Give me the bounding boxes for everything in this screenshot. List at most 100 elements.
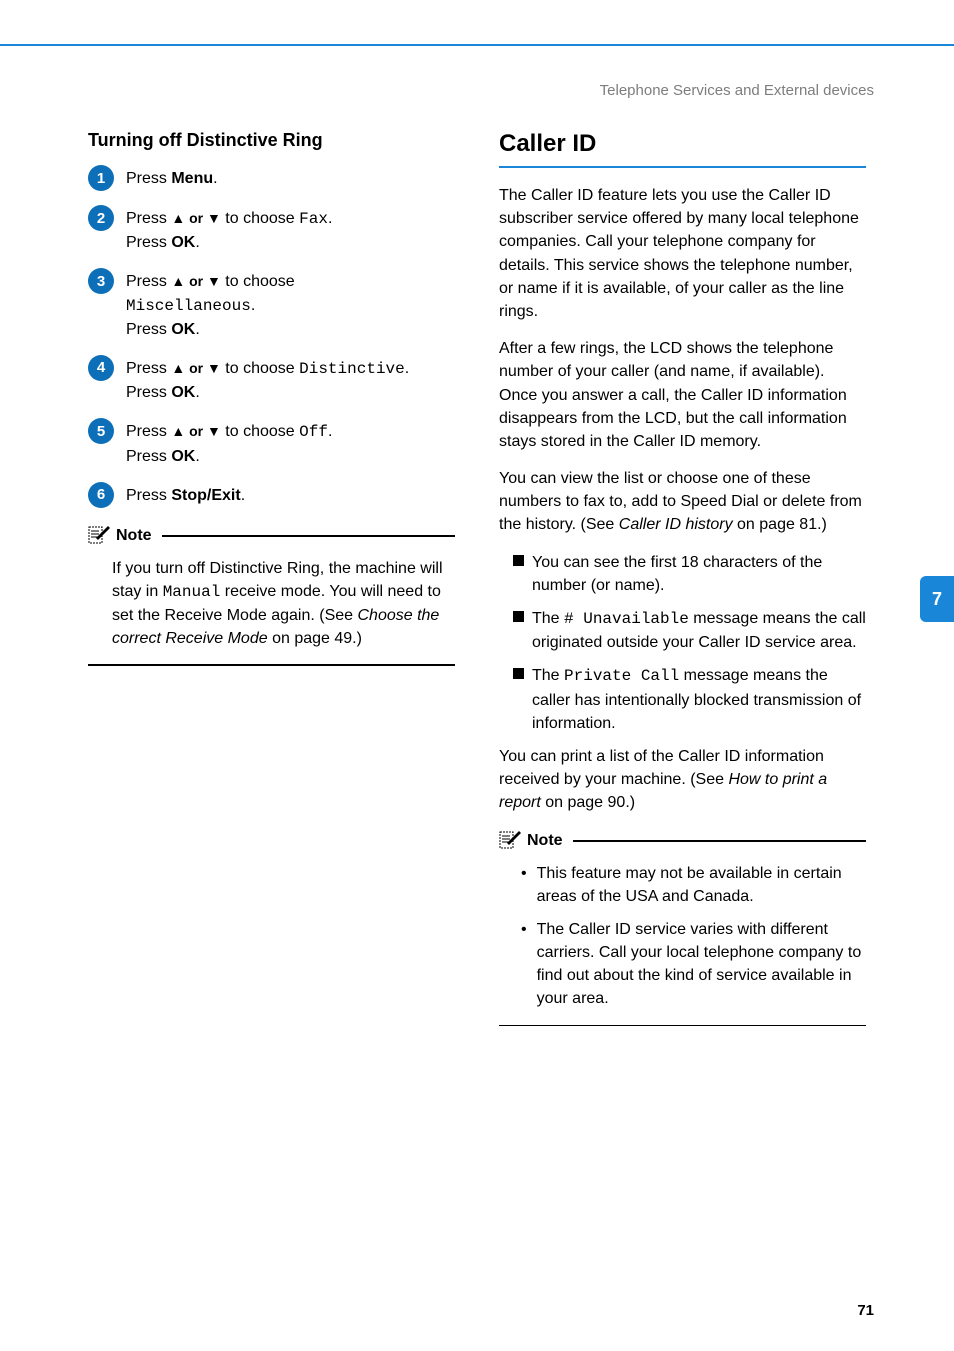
square-bullet-icon: [513, 555, 524, 566]
step-number-badge: 2: [88, 205, 114, 231]
text: This feature may not be available in cer…: [537, 862, 862, 908]
text: You can see the first 18 characters of t…: [532, 551, 866, 597]
text: to choose: [221, 210, 299, 227]
text: .: [405, 360, 409, 377]
text: Press: [126, 423, 171, 440]
text: to choose: [221, 273, 295, 290]
text: .: [213, 170, 217, 187]
note-block: Note If you turn off Distinctive Ring, t…: [88, 524, 455, 666]
distinctive-option: Distinctive: [299, 360, 405, 378]
text: .: [195, 384, 199, 401]
step-number-badge: 3: [88, 268, 114, 294]
stop-exit-label: Stop/Exit: [171, 487, 240, 504]
list-item: You can see the first 18 characters of t…: [513, 551, 866, 597]
text: The Private Call message means the calle…: [532, 664, 866, 735]
text: .: [251, 297, 255, 314]
text: to choose: [221, 423, 299, 440]
unavailable-message: # Unavailable: [564, 610, 689, 628]
note-block: Note • This feature may not be available…: [499, 829, 866, 1027]
text: The Caller ID service varies with differ…: [537, 918, 862, 1011]
step-body: Press ▲ or ▼ to choose Fax. Press OK.: [126, 207, 455, 254]
step-3: 3 Press ▲ or ▼ to choose Miscellaneous. …: [88, 270, 455, 341]
step-number-badge: 5: [88, 418, 114, 444]
paragraph: The Caller ID feature lets you use the C…: [499, 184, 866, 323]
paragraph: You can view the list or choose one of t…: [499, 467, 866, 537]
private-call-message: Private Call: [564, 667, 679, 685]
step-number-badge: 6: [88, 482, 114, 508]
text: .: [195, 448, 199, 465]
step-4: 4 Press ▲ or ▼ to choose Distinctive. Pr…: [88, 357, 455, 404]
heading-caller-id: Caller ID: [499, 130, 866, 158]
text: .: [241, 487, 245, 504]
running-header: Telephone Services and External devices: [600, 82, 874, 99]
top-rule: [0, 44, 954, 46]
paragraph: You can print a list of the Caller ID in…: [499, 745, 866, 815]
cross-ref-caller-id-history: Caller ID history: [619, 516, 733, 533]
note-icon: [88, 524, 110, 549]
list-item: • This feature may not be available in c…: [521, 862, 862, 908]
step-number-badge: 4: [88, 355, 114, 381]
up-down-arrows-icon: ▲ or ▼: [171, 360, 221, 376]
step-2: 2 Press ▲ or ▼ to choose Fax. Press OK.: [88, 207, 455, 254]
text: to choose: [221, 360, 299, 377]
text: The: [532, 610, 564, 627]
text: .: [328, 210, 332, 227]
step-1: 1 Press Menu.: [88, 167, 455, 191]
off-option: Off: [299, 423, 328, 441]
note-icon: [499, 829, 521, 854]
note-bottom-rule: [88, 664, 455, 666]
text: on page 81.): [733, 516, 827, 533]
note-header: Note: [499, 829, 866, 854]
note-rule: [573, 840, 866, 842]
text: Press: [126, 384, 171, 401]
subheading-turning-off: Turning off Distinctive Ring: [88, 130, 455, 151]
text: Press: [126, 210, 171, 227]
ok-label: OK: [171, 384, 195, 401]
note-header: Note: [88, 524, 455, 549]
up-down-arrows-icon: ▲ or ▼: [171, 210, 221, 226]
text: .: [195, 321, 199, 338]
left-column: Turning off Distinctive Ring 1 Press Men…: [88, 130, 459, 1291]
step-body: Press ▲ or ▼ to choose Off. Press OK.: [126, 420, 455, 467]
up-down-arrows-icon: ▲ or ▼: [171, 273, 221, 289]
square-bullet-icon: [513, 668, 524, 679]
step-6: 6 Press Stop/Exit.: [88, 484, 455, 508]
ok-label: OK: [171, 321, 195, 338]
right-column: Caller ID The Caller ID feature lets you…: [495, 130, 866, 1291]
miscellaneous-option: Miscellaneous: [126, 297, 251, 315]
text: on page 90.): [541, 794, 635, 811]
ok-label: OK: [171, 234, 195, 251]
step-5: 5 Press ▲ or ▼ to choose Off. Press OK.: [88, 420, 455, 467]
step-body: Press ▲ or ▼ to choose Miscellaneous. Pr…: [126, 270, 455, 341]
note-body: If you turn off Distinctive Ring, the ma…: [88, 557, 455, 651]
text: Press: [126, 360, 171, 377]
list-item: The Private Call message means the calle…: [513, 664, 866, 735]
text: Press: [126, 273, 171, 290]
text: Press: [126, 234, 171, 251]
text: Press: [126, 487, 171, 504]
note-label: Note: [116, 527, 152, 545]
chapter-tab: 7: [920, 576, 954, 622]
heading-rule: [499, 166, 866, 168]
list-item: • The Caller ID service varies with diff…: [521, 918, 862, 1011]
menu-label: Menu: [171, 170, 213, 187]
up-down-arrows-icon: ▲ or ▼: [171, 423, 221, 439]
text: The: [532, 667, 564, 684]
text: Press: [126, 170, 171, 187]
ok-label: OK: [171, 448, 195, 465]
square-bullet-icon: [513, 611, 524, 622]
fax-option: Fax: [299, 210, 328, 228]
step-number-badge: 1: [88, 165, 114, 191]
step-body: Press ▲ or ▼ to choose Distinctive. Pres…: [126, 357, 455, 404]
list-item: The # Unavailable message means the call…: [513, 607, 866, 654]
text: Press: [126, 448, 171, 465]
dot-bullet-icon: •: [521, 862, 527, 885]
step-body: Press Menu.: [126, 167, 455, 190]
step-body: Press Stop/Exit.: [126, 484, 455, 507]
paragraph: After a few rings, the LCD shows the tel…: [499, 337, 866, 453]
page-number: 71: [857, 1302, 874, 1319]
note-label: Note: [527, 832, 563, 850]
note-bottom-rule: [499, 1025, 866, 1027]
text: The # Unavailable message means the call…: [532, 607, 866, 654]
text: on page 49.): [268, 630, 362, 647]
